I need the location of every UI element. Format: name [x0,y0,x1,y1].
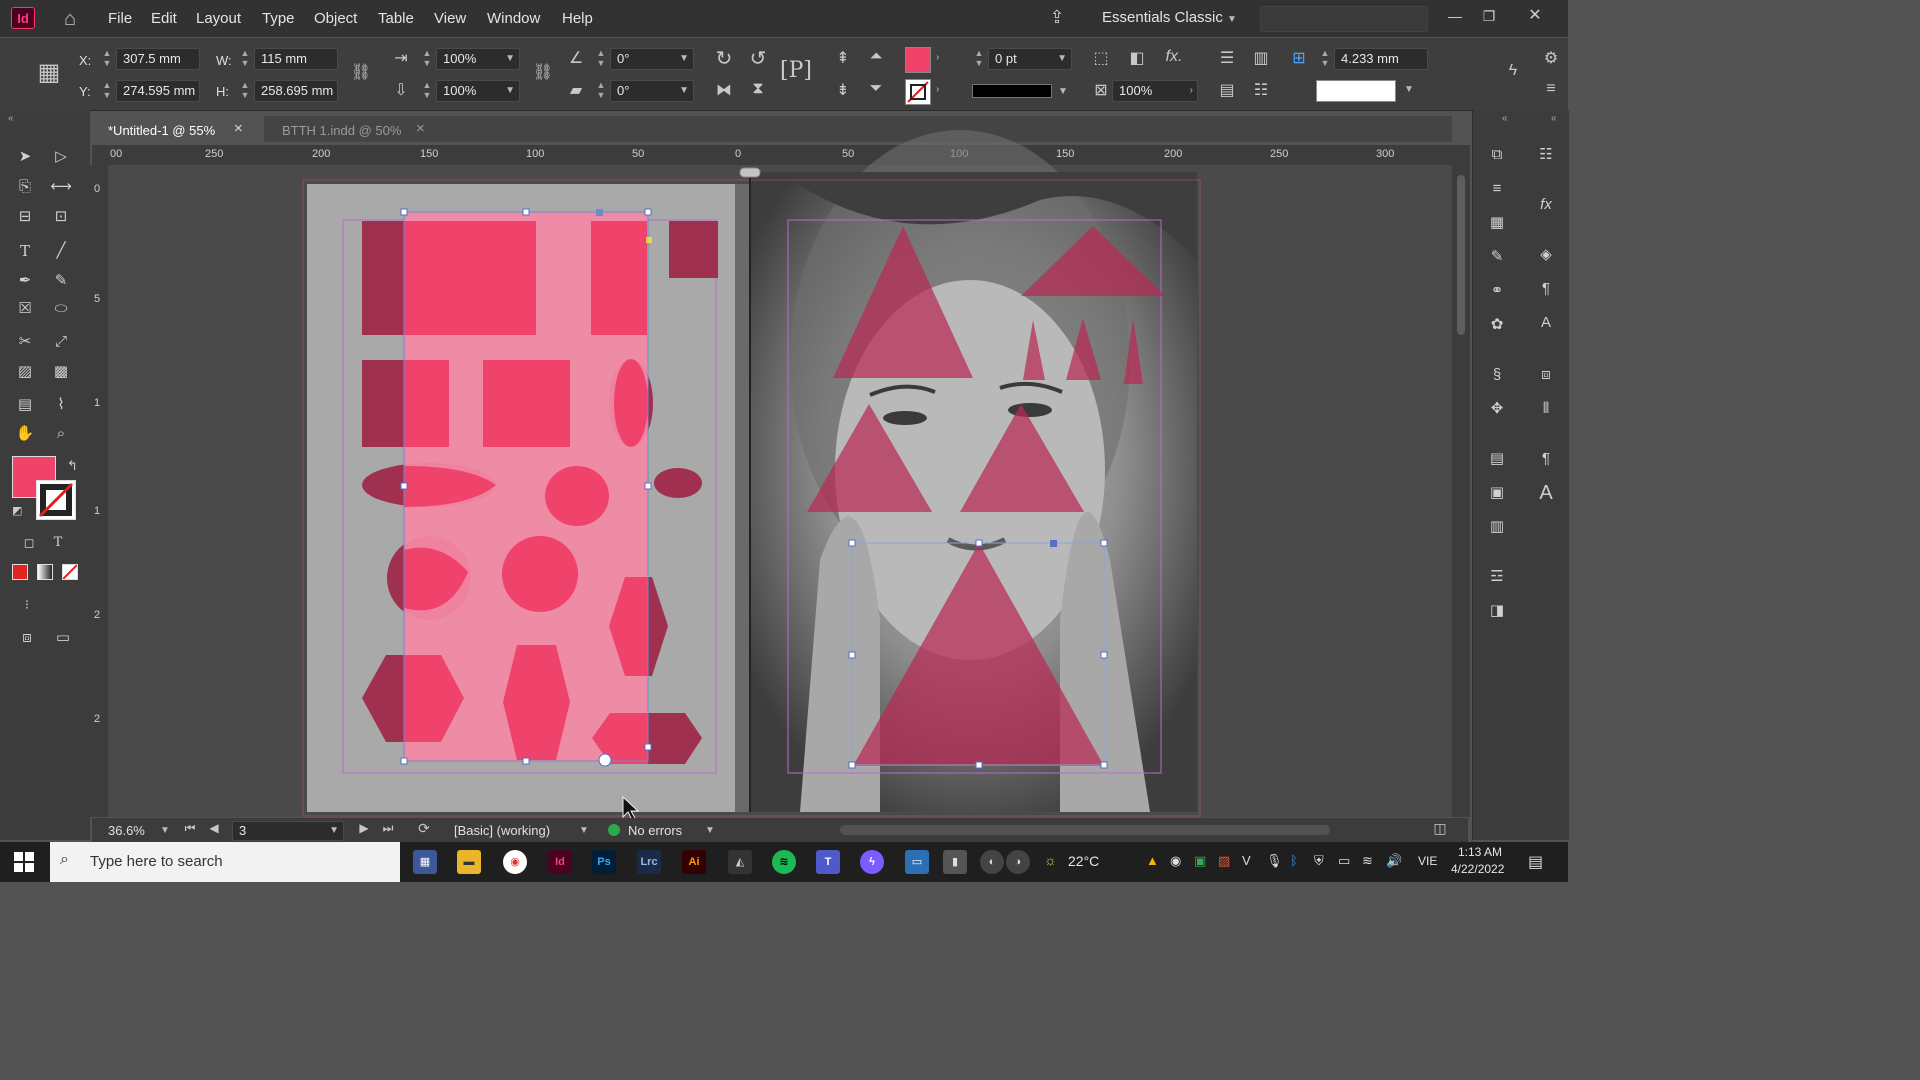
page-number-field[interactable]: 3 ▼ [232,821,344,841]
character-panel-icon[interactable]: A [1534,481,1558,505]
paragraph-styles-icon[interactable]: ¶ [1534,277,1558,301]
windows-start-icon[interactable] [14,852,34,872]
photos-icon[interactable]: ▭ [905,850,929,874]
vertical-scrollbar[interactable] [1452,145,1470,817]
volume-icon[interactable]: 🔊 [1386,853,1402,869]
google-drive-icon[interactable]: ▲ [1146,853,1159,868]
teams-icon[interactable]: T [816,850,840,874]
tray-app-icon[interactable]: ▨ [1218,853,1230,869]
battery-icon[interactable]: ▭ [1338,853,1350,869]
file-explorer-icon[interactable]: ▬ [457,850,481,874]
first-page-icon[interactable]: ⏮ [182,821,198,836]
search-placeholder: Type here to search [90,853,223,870]
object-styles-icon[interactable]: ⧈ [1534,363,1558,387]
weather-temp[interactable]: 22°C [1068,853,1099,869]
chevron-down-icon: ▼ [329,825,339,836]
microphone-icon[interactable]: 🎙 [1266,853,1283,869]
cell-styles-icon[interactable]: ▥ [1485,515,1509,539]
page-number: 3 [239,823,247,838]
layers-list-icon[interactable]: ≡ [1485,177,1509,201]
spotify-icon[interactable]: ≋ [772,850,796,874]
app-icon[interactable]: ◭ [728,850,752,874]
align-panel-icon[interactable]: ⫴ [1534,397,1558,421]
lightroom-icon[interactable]: Lrc [637,850,661,874]
indesign-taskbar-icon[interactable]: Id [548,850,572,874]
tray-app-icon[interactable]: V [1242,853,1251,868]
zoom-level[interactable]: 36.6% [108,823,145,838]
character-styles-icon[interactable]: A [1534,311,1558,335]
tray-app-icon[interactable]: ◉ [1170,853,1181,869]
steam-icon[interactable]: ◐ [980,850,1004,874]
bluetooth-icon[interactable]: ᛒ [1290,853,1298,868]
ellipse-shape[interactable] [654,468,702,498]
clock-time[interactable]: 1:13 AM [1458,845,1502,859]
weather-icon[interactable]: ☼ [1044,852,1057,868]
cc-libraries-icon[interactable]: ✎ [1485,245,1509,269]
properties-sliders-icon[interactable]: ☷ [1534,143,1558,167]
paragraph-panel-icon[interactable]: ¶ [1534,447,1558,471]
table-styles-icon[interactable]: ▣ [1485,481,1509,505]
app-circle-icon[interactable]: ◑ [1006,850,1030,874]
chevron-down-icon[interactable]: ▼ [705,825,715,836]
effects-panel-icon[interactable]: ✥ [1485,397,1509,421]
document-spread [302,130,1201,823]
chevron-down-icon[interactable]: ▼ [160,825,170,836]
input-language[interactable]: VIE [1418,854,1437,868]
last-page-icon[interactable]: ⏭ [380,821,396,836]
horizontal-scrollbar[interactable] [840,825,1330,835]
previous-page-icon[interactable]: ◀ [206,821,222,835]
photoshop-icon[interactable]: Ps [592,850,616,874]
layers-stack-icon[interactable]: ◈ [1534,243,1558,267]
illustrator-icon[interactable]: Ai [682,850,706,874]
table-panel-icon[interactable]: ▤ [1485,447,1509,471]
security-shield-icon[interactable]: ⛨ [1314,853,1324,869]
next-page-icon[interactable]: ▶ [356,821,372,835]
chevron-down-icon[interactable]: ▼ [579,825,589,836]
swatches-grid-icon[interactable]: ▦ [1485,211,1509,235]
gradient-panel-icon[interactable]: ◨ [1485,599,1509,623]
text-wrap-panel-icon[interactable]: ☲ [1485,565,1509,589]
tray-app-icon[interactable]: ▣ [1194,853,1206,869]
clock-date[interactable]: 4/22/2022 [1451,862,1504,876]
link-chain-icon[interactable] [739,167,761,178]
rectangle-shape[interactable] [669,221,718,278]
chrome-icon[interactable]: ◉ [503,850,527,874]
toggle-spread-icon[interactable]: ⟳ [414,820,434,837]
wifi-icon[interactable]: ≋ [1362,853,1373,869]
collapse-dock-icon[interactable]: « [1551,113,1557,124]
fx-panel-icon[interactable]: fx [1534,193,1558,217]
stroke-panel-icon[interactable]: § [1485,363,1509,387]
taskbar-search[interactable]: ⌕ Type here to search [50,842,400,882]
pages-panel-icon[interactable]: ⧉ [1485,143,1509,167]
collapse-dock-icon[interactable]: « [1502,113,1508,124]
split-window-icon[interactable]: ◫ [1430,820,1450,837]
preflight-profile[interactable]: [Basic] (working) [454,823,550,838]
preflight-status[interactable]: No errors [628,823,682,838]
color-wheel-icon[interactable]: ✿ [1485,313,1509,337]
device-icon[interactable]: ▮ [943,850,967,874]
notifications-icon[interactable]: ▤ [1528,852,1543,872]
scrollbar-thumb[interactable] [1457,175,1465,335]
links-icon[interactable]: ⚭ [1485,279,1509,303]
search-icon: ⌕ [60,851,69,868]
calculator-icon[interactable]: ▦ [413,850,437,874]
messenger-icon[interactable]: ϟ [860,850,884,874]
selected-frame[interactable] [400,208,652,767]
preflight-status-dot [608,824,620,836]
